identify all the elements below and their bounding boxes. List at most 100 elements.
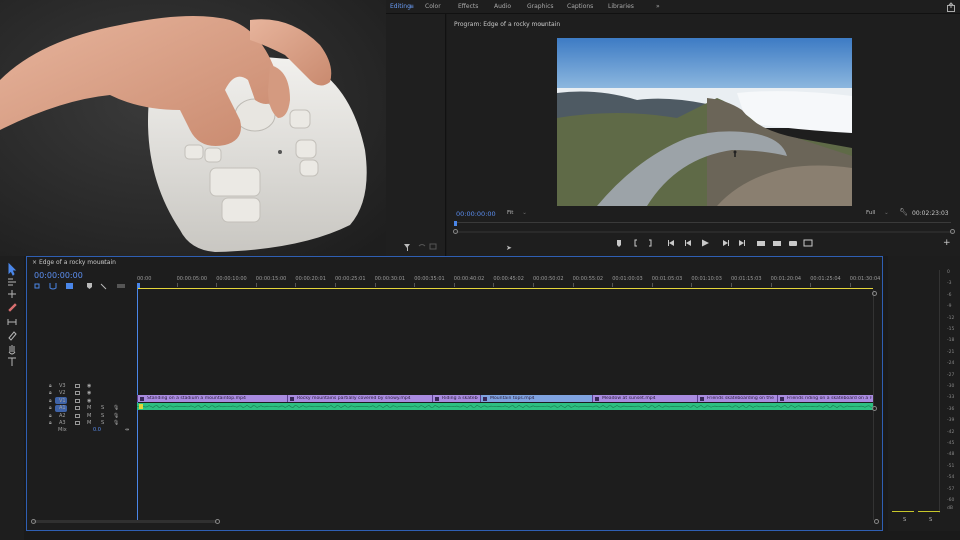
track-select-tool-icon[interactable] [8, 278, 16, 286]
timeline-menu-icon[interactable]: ≡ [101, 259, 106, 266]
mark-in-icon[interactable] [634, 239, 637, 247]
video-clip[interactable]: Friends riding on a skateboard on a road… [777, 395, 874, 402]
mute-button[interactable]: M [87, 405, 91, 411]
solo-button[interactable]: S [101, 413, 104, 419]
tab-audio[interactable]: Audio [494, 3, 511, 10]
voice-over-icon[interactable]: 🎙︎ [113, 420, 119, 426]
timeline-horizontal-scrollbar[interactable] [33, 520, 217, 523]
program-playhead[interactable] [454, 221, 457, 226]
tab-libraries[interactable]: Libraries [608, 3, 634, 10]
hscroll-end-handle[interactable] [874, 519, 879, 524]
lock-icon[interactable]: 🔒︎ [49, 405, 52, 411]
lock-icon[interactable]: 🔒︎ [49, 413, 52, 419]
audio-track-header[interactable]: 🔒︎ A2 M S 🎙︎ [27, 413, 135, 420]
sequence-close-icon[interactable]: × [32, 259, 37, 266]
menu-icon[interactable]: ≡ [409, 3, 414, 10]
razor-tool-icon[interactable] [8, 303, 17, 312]
fit-select[interactable]: Fit ⌄ [507, 210, 527, 216]
go-to-out-icon[interactable] [739, 240, 745, 246]
timeline-vertical-scrollbar[interactable] [873, 290, 879, 520]
mute-button[interactable]: M [87, 420, 91, 426]
mark-out-icon[interactable] [649, 239, 652, 247]
nest-icon[interactable] [34, 283, 40, 289]
tab-editing[interactable]: Editing [390, 3, 411, 10]
wrench-icon[interactable]: 🔧︎ [899, 208, 908, 216]
panel-menu-icon[interactable]: ≡ [539, 21, 544, 28]
program-scrub-bar[interactable] [455, 222, 951, 223]
overflow-icon[interactable]: » [656, 3, 660, 10]
video-clip[interactable]: Rocky mountains partially covered by sno… [287, 395, 432, 402]
tab-graphics[interactable]: Graphics [527, 3, 554, 10]
hscroll-handle-right[interactable] [215, 519, 220, 524]
marker-icon[interactable] [617, 240, 621, 247]
voice-over-icon[interactable]: 🎙︎ [113, 405, 119, 411]
overwrite-icon[interactable] [773, 241, 781, 246]
undo-icon[interactable] [418, 244, 426, 247]
add-button-icon[interactable]: + [943, 238, 951, 248]
video-clip[interactable]: Friends skateboarding on the road [697, 395, 777, 402]
work-area-bar[interactable] [137, 288, 873, 289]
ripple-edit-tool-icon[interactable] [8, 290, 16, 298]
go-to-in-icon[interactable] [668, 240, 674, 246]
sync-lock-icon[interactable] [75, 398, 80, 403]
zoom-handle-left[interactable] [453, 229, 458, 234]
quality-select[interactable]: Full ⌄ [866, 210, 889, 216]
mix-value[interactable]: 0.0 [93, 427, 101, 433]
tab-effects[interactable]: Effects [458, 3, 478, 10]
vscroll-handle-top[interactable] [872, 291, 877, 296]
timeline-settings-icon[interactable] [100, 283, 107, 290]
lock-icon[interactable]: 🔒︎ [49, 390, 52, 396]
program-zoom-bar[interactable] [455, 231, 953, 233]
selection-tool-icon[interactable] [8, 262, 17, 276]
export-frame-icon[interactable] [789, 241, 797, 246]
mix-expand-icon[interactable]: ⇹ [125, 427, 129, 433]
linked-selection-icon[interactable] [66, 283, 73, 289]
pen-tool-icon[interactable] [8, 331, 17, 341]
step-back-icon[interactable] [685, 240, 691, 246]
eye-icon[interactable]: ◉ [87, 383, 91, 389]
audio-track-header[interactable]: 🔒︎ A3 M S 🎙︎ [27, 420, 135, 427]
video-clip[interactable]: Standing on a stadium a mountaintop.mp4 [137, 395, 287, 402]
share-icon[interactable] [946, 2, 956, 12]
video-clip[interactable]: Mountain tops.mp4 [480, 395, 592, 402]
captions-icon[interactable] [117, 284, 125, 288]
sync-lock-icon[interactable] [75, 413, 80, 418]
comparison-view-icon[interactable] [803, 239, 813, 247]
video-track-header[interactable]: 🔒︎ V1 ◉ [27, 397, 135, 405]
audio-track-header[interactable]: 🔒︎ A1 M S 🎙︎ [27, 404, 135, 412]
lock-icon[interactable]: 🔒︎ [49, 383, 52, 389]
video-clip[interactable]: Meadow at sunset.mp4 [592, 395, 697, 402]
snap-icon[interactable] [49, 283, 57, 290]
play-icon[interactable] [702, 239, 709, 247]
solo-left-button[interactable]: S [903, 517, 906, 523]
video-clip[interactable]: Riding a skateboard [432, 395, 480, 402]
add-marker-icon[interactable] [87, 283, 92, 289]
zoom-handle-right[interactable] [950, 229, 955, 234]
program-timecode[interactable]: 00:00:00:00 [456, 210, 496, 218]
video-track-header[interactable]: 🔒︎ V3 ◉ [27, 383, 135, 390]
solo-button[interactable]: S [101, 420, 104, 426]
timeline-timecode[interactable]: 00:00:00:00 [34, 271, 83, 280]
sync-lock-icon[interactable] [75, 384, 80, 388]
slip-tool-icon[interactable] [7, 319, 17, 325]
sync-lock-icon[interactable] [75, 421, 80, 425]
solo-button[interactable]: S [101, 405, 104, 411]
hscroll-handle-left[interactable] [31, 519, 36, 524]
tab-color[interactable]: Color [425, 3, 441, 10]
export-icon[interactable] [429, 243, 437, 250]
lock-icon[interactable]: 🔒︎ [49, 398, 52, 404]
solo-right-button[interactable]: S [929, 517, 932, 523]
eye-icon[interactable]: ◉ [87, 398, 91, 404]
eye-icon[interactable]: ◉ [87, 390, 91, 396]
step-forward-icon[interactable] [723, 240, 729, 246]
sync-lock-icon[interactable] [75, 406, 80, 411]
vscroll-handle-bottom[interactable] [872, 406, 877, 411]
type-tool-icon[interactable] [8, 357, 16, 366]
insert-icon[interactable] [757, 241, 765, 246]
sync-lock-icon[interactable] [75, 391, 80, 396]
hand-tool-icon[interactable] [8, 345, 16, 355]
mute-button[interactable]: M [87, 413, 91, 419]
voice-over-icon[interactable]: 🎙︎ [113, 413, 119, 419]
lock-icon[interactable]: 🔒︎ [49, 420, 52, 426]
tab-captions[interactable]: Captions [567, 3, 593, 10]
